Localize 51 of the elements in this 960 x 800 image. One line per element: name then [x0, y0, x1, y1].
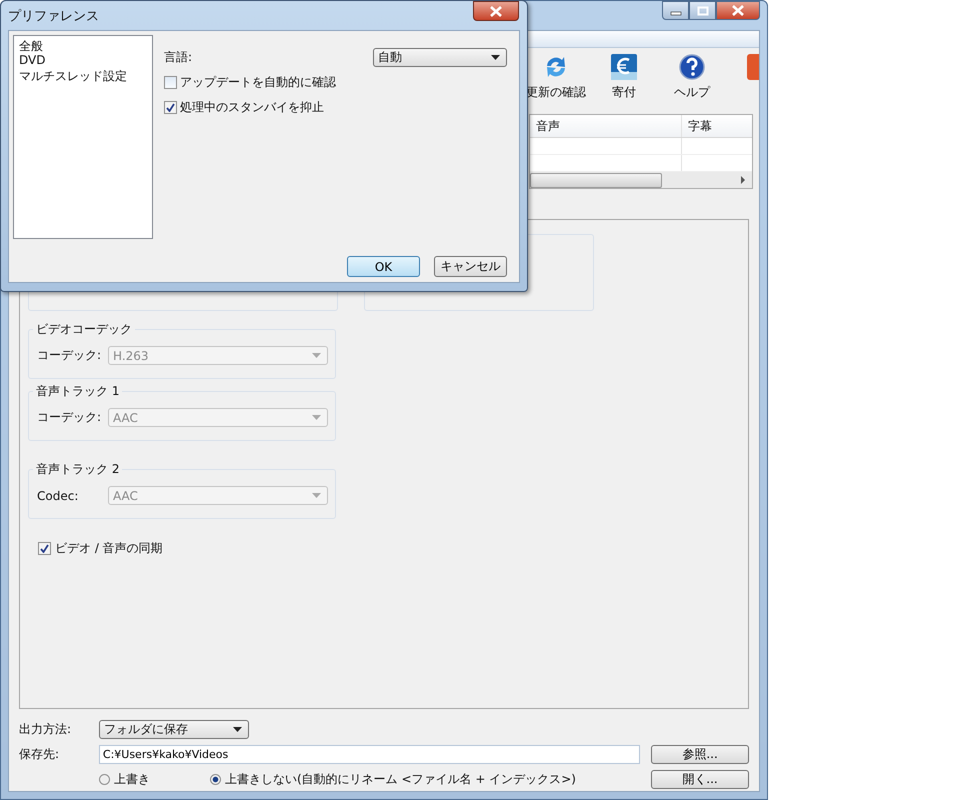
toolbar-button[interactable]: ヘルプ	[658, 52, 726, 104]
caret-icon	[312, 353, 321, 358]
maximize-icon	[696, 6, 708, 16]
group-title: 音声トラック 1	[33, 383, 122, 400]
group-title: ビデオコーデック	[33, 321, 135, 338]
close-button[interactable]	[716, 1, 760, 20]
category-item[interactable]: DVD	[19, 53, 147, 68]
group-title: 音声トラック 2	[33, 461, 122, 478]
codec-label: コーデック:	[37, 347, 102, 364]
horizontal-scrollbar[interactable]	[530, 172, 752, 188]
checkbox-label: ビデオ / 音声の同期	[55, 540, 163, 557]
codec-label: Codec:	[37, 488, 80, 502]
caret-icon	[233, 726, 242, 732]
caret-icon	[312, 493, 321, 498]
column-header[interactable]: 字幕	[682, 115, 752, 137]
destination-label: 保存先:	[19, 746, 60, 762]
maximize-button[interactable]	[689, 1, 716, 20]
checkbox[interactable]	[38, 542, 51, 555]
output-method-dropdown[interactable]: フォルダに保存	[99, 720, 249, 738]
codec-label: コーデック:	[37, 409, 102, 426]
checkbox[interactable]	[164, 76, 177, 89]
close-button[interactable]	[473, 1, 519, 21]
output-method-label: 出力方法:	[19, 720, 72, 738]
toolbar-button[interactable]: 寄付	[590, 52, 658, 104]
close-icon	[731, 5, 745, 16]
euro-icon	[609, 52, 639, 82]
help-icon	[677, 52, 707, 82]
radio-option[interactable]: 上書きしない(自動的にリネーム <ファイル名 + インデックス>)	[210, 770, 576, 788]
caret-icon	[312, 415, 321, 420]
language-label: 言語:	[164, 48, 192, 66]
radio-button[interactable]	[210, 774, 221, 784]
minimize-button[interactable]	[662, 1, 689, 20]
category-item[interactable]: マルチスレッド設定	[19, 68, 147, 83]
close-icon	[489, 6, 503, 16]
scroll-right-icon	[740, 176, 746, 184]
checkbox-label: アップデートを自動的に確認	[180, 74, 336, 91]
browse-button[interactable]: 参照...	[651, 744, 749, 764]
toolbar-button[interactable]: 更新の確認	[522, 52, 590, 104]
checkbox[interactable]	[164, 101, 177, 114]
cancel-button[interactable]: キャンセル	[434, 256, 507, 277]
category-item[interactable]: 全般	[19, 38, 147, 53]
radio-option[interactable]: 上書き	[99, 770, 150, 788]
open-button[interactable]: 開く...	[651, 770, 749, 788]
caret-icon	[491, 54, 500, 60]
column-header[interactable]: 音声	[530, 115, 682, 137]
dialog-title: プリファレンス	[8, 8, 99, 25]
radio-button[interactable]	[99, 774, 110, 784]
language-dropdown[interactable]: 自動	[373, 48, 507, 66]
checkbox-label: 処理中のスタンバイを抑止	[180, 99, 324, 116]
destination-field[interactable]: C:¥Users¥kako¥Videos	[98, 744, 640, 764]
ok-button[interactable]: OK	[347, 256, 420, 277]
